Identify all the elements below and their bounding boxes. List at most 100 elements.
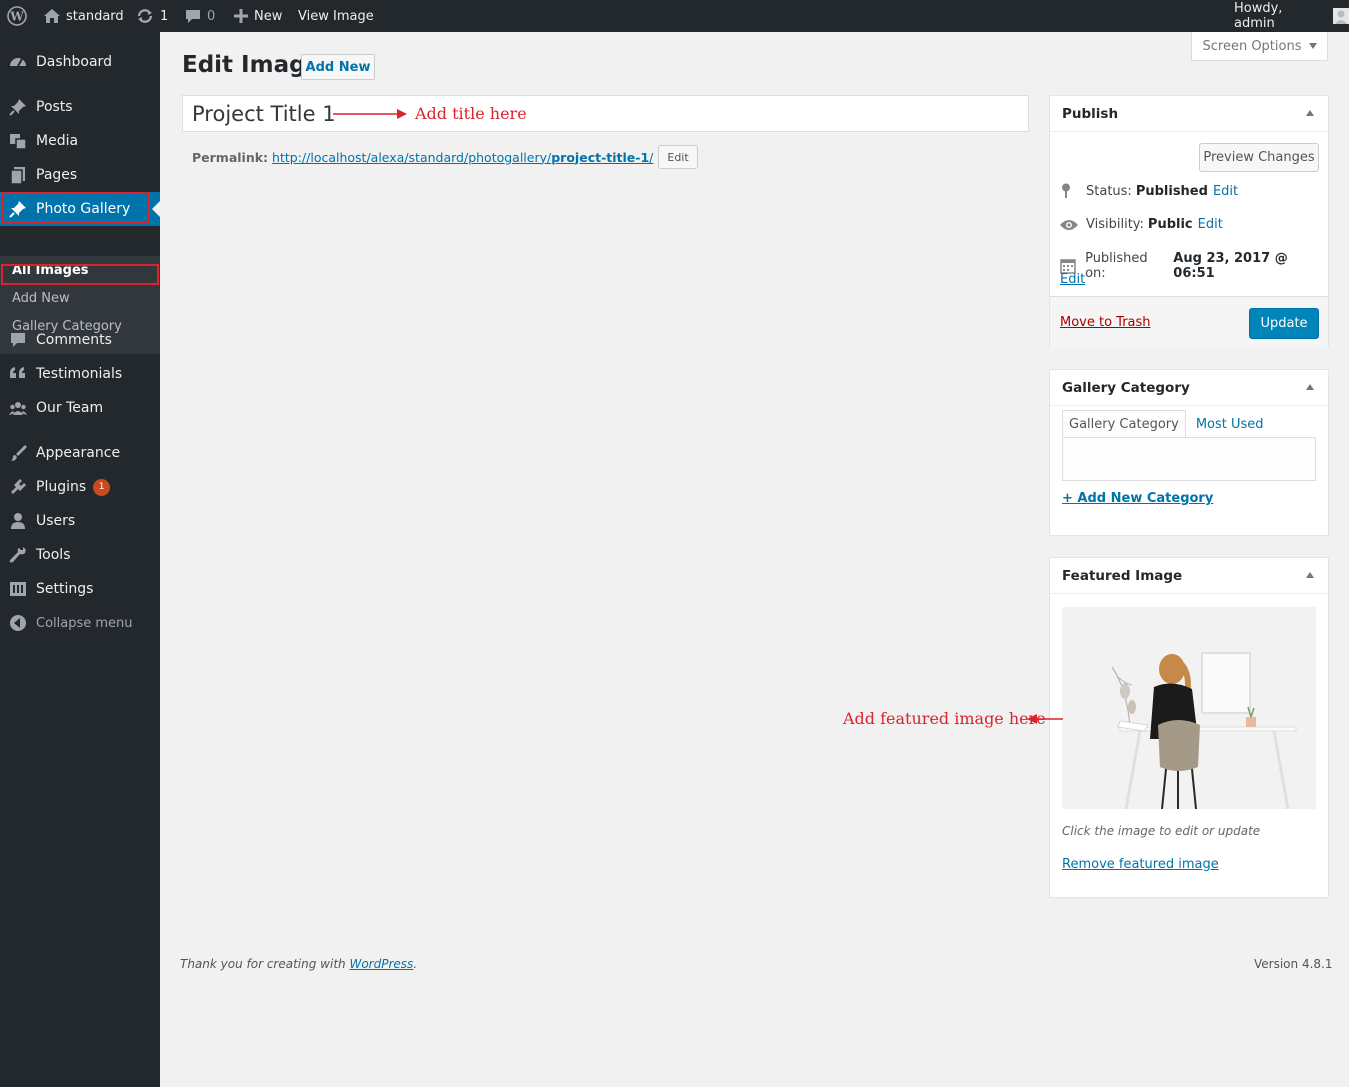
screen-options-button[interactable]: Screen Options: [1191, 32, 1328, 61]
preview-changes-button[interactable]: Preview Changes: [1199, 143, 1319, 172]
plugins-update-badge: 1: [93, 478, 111, 496]
current-menu-arrow: [152, 201, 160, 217]
sidebar-item-label: Appearance: [36, 445, 121, 461]
media-icon: [0, 131, 36, 151]
move-to-trash-link[interactable]: Move to Trash: [1060, 315, 1151, 330]
dashboard-icon: [0, 52, 36, 72]
sidebar-item-label: Settings: [36, 581, 94, 597]
collapse-arrow-icon[interactable]: [1306, 110, 1314, 116]
admin-sidebar: Dashboard Posts Media Pages Photo Galler…: [0, 32, 160, 1087]
visibility-label: Visibility:: [1086, 217, 1144, 232]
collapse-arrow-icon[interactable]: [1306, 384, 1314, 390]
sidebar-item-label: Dashboard: [36, 54, 112, 70]
sidebar-item-comments[interactable]: Comments: [0, 323, 160, 357]
brush-icon: [0, 443, 36, 463]
highlight-add-new: [1, 264, 159, 285]
collapse-icon: [0, 614, 36, 632]
greeting: Howdy, admin: [1234, 1, 1283, 31]
permalink-link[interactable]: http://localhost/alexa/standard/photogal…: [272, 150, 653, 165]
title-annotation: Add title here: [415, 104, 527, 123]
permalink-row: Permalink: http://localhost/alexa/standa…: [192, 145, 698, 169]
permalink-trail: /: [649, 149, 654, 165]
svg-text:W: W: [9, 10, 24, 24]
title-annotation-arrow-icon: [333, 109, 407, 119]
sidebar-item-label: Posts: [36, 99, 73, 115]
publish-box: Publish Preview Changes Status: Publishe…: [1049, 95, 1329, 348]
sidebar-item-media[interactable]: Media: [0, 124, 160, 158]
visibility-edit-link[interactable]: Edit: [1198, 217, 1223, 232]
sidebar-item-label: Testimonials: [36, 366, 123, 382]
highlight-photo-gallery: [1, 192, 150, 223]
comments-count: 0: [207, 8, 216, 24]
view-image-link[interactable]: View Image: [298, 0, 374, 32]
status-row: Status: Published Edit: [1060, 183, 1238, 199]
account-menu[interactable]: Howdy, admin: [1234, 0, 1349, 32]
category-checklist: [1062, 437, 1316, 481]
status-edit-link[interactable]: Edit: [1213, 184, 1238, 199]
sidebar-item-testimonials[interactable]: Testimonials: [0, 357, 160, 391]
sidebar-item-pages[interactable]: Pages: [0, 158, 160, 192]
updates-count: 1: [160, 8, 169, 24]
settings-icon: [0, 579, 36, 599]
gallery-category-header[interactable]: Gallery Category: [1050, 370, 1328, 406]
sidebar-item-users[interactable]: Users: [0, 504, 160, 538]
admin-bar: W standard 1 0 New View Image Howdy, adm…: [0, 0, 1349, 32]
wordpress-link[interactable]: WordPress: [349, 957, 413, 971]
footer-thanks-suffix: .: [413, 957, 418, 971]
sidebar-item-plugins[interactable]: Plugins 1: [0, 470, 160, 504]
sidebar-item-dashboard[interactable]: Dashboard: [0, 45, 160, 79]
sidebar-item-label: Plugins: [36, 479, 87, 495]
plus-icon: [234, 9, 248, 23]
sidebar-item-our-team[interactable]: Our Team: [0, 391, 160, 425]
status-label: Status:: [1086, 183, 1132, 199]
featured-image-header[interactable]: Featured Image: [1050, 558, 1328, 594]
wrench-icon: [0, 545, 36, 565]
featured-image-annotation: Add featured image here: [843, 709, 1046, 728]
comments-link[interactable]: 0: [185, 0, 215, 32]
site-name-link[interactable]: standard: [44, 0, 124, 32]
groups-icon: [0, 398, 36, 418]
featured-image-caption: Click the image to edit or update: [1062, 824, 1261, 838]
submenu-add-new[interactable]: Add New: [12, 291, 70, 306]
sidebar-item-label: Our Team: [36, 400, 104, 416]
tab-most-used[interactable]: Most Used: [1186, 410, 1270, 438]
sidebar-item-tools[interactable]: Tools: [0, 538, 160, 572]
wordpress-logo-icon[interactable]: W: [7, 0, 27, 32]
sidebar-item-label: Comments: [36, 332, 112, 348]
featured-image-thumbnail[interactable]: [1062, 607, 1316, 809]
permalink-base: http://localhost/alexa/standard/photogal…: [272, 149, 552, 165]
publish-header[interactable]: Publish: [1050, 96, 1328, 132]
sidebar-item-label: Collapse menu: [36, 615, 133, 631]
sidebar-item-appearance[interactable]: Appearance: [0, 436, 160, 470]
updates-link[interactable]: 1: [136, 0, 168, 32]
featured-annotation-arrow-icon: [1027, 714, 1063, 724]
sidebar-item-label: Users: [36, 513, 76, 529]
new-label: New: [254, 8, 283, 24]
published-value: Aug 23, 2017 @ 06:51: [1173, 251, 1288, 281]
add-new-button[interactable]: Add New: [301, 54, 375, 80]
post-title-input[interactable]: Project Title 1: [182, 95, 1029, 132]
woman-at-desk-photo: [1062, 607, 1316, 809]
collapse-arrow-icon[interactable]: [1306, 572, 1314, 578]
home-icon: [44, 9, 60, 23]
update-button[interactable]: Update: [1249, 308, 1319, 339]
collapse-menu-button[interactable]: Collapse menu: [0, 606, 160, 640]
permalink-edit-button[interactable]: Edit: [658, 145, 698, 169]
caret-down-icon: [1308, 43, 1317, 49]
publish-actions: Move to Trash Update: [1050, 296, 1328, 348]
tab-all-categories[interactable]: Gallery Category: [1062, 410, 1186, 438]
site-name: standard: [66, 8, 124, 24]
pages-icon: [0, 165, 36, 185]
sidebar-item-posts[interactable]: Posts: [0, 90, 160, 124]
sidebar-item-label: Media: [36, 133, 79, 149]
sidebar-item-settings[interactable]: Settings: [0, 572, 160, 606]
published-edit-link[interactable]: Edit: [1060, 272, 1085, 287]
permalink-label: Permalink:: [192, 149, 269, 165]
add-new-category-link[interactable]: + Add New Category: [1062, 491, 1213, 506]
remove-featured-image-link[interactable]: Remove featured image: [1062, 857, 1219, 872]
category-tabs: Gallery Category Most Used: [1062, 410, 1270, 438]
new-content-link[interactable]: New: [234, 0, 282, 32]
gallery-category-heading: Gallery Category: [1062, 379, 1190, 396]
visibility-value: Public: [1147, 217, 1193, 232]
user-icon: [0, 511, 36, 531]
